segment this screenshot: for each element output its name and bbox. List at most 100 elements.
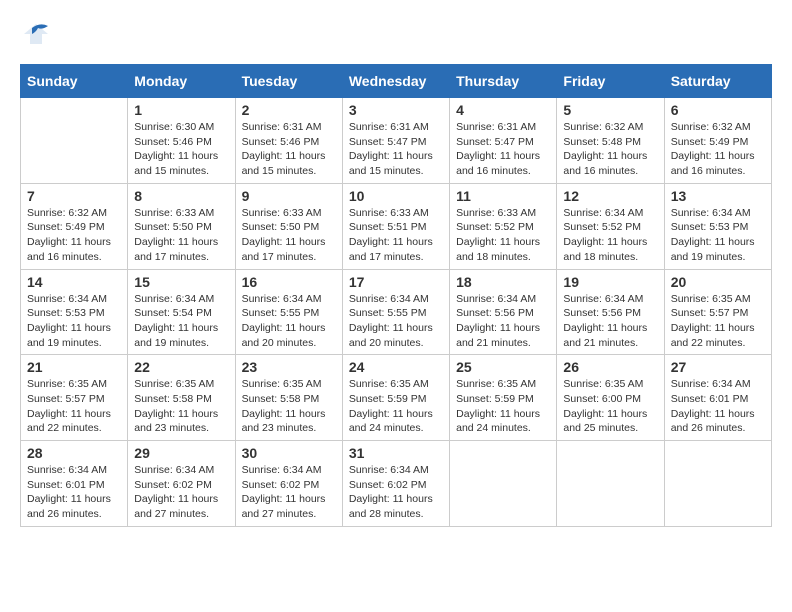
cell-info: Sunrise: 6:35 AMSunset: 5:57 PMDaylight:… bbox=[27, 377, 121, 436]
calendar-cell: 26 Sunrise: 6:35 AMSunset: 6:00 PMDayligh… bbox=[557, 355, 664, 441]
day-number: 1 bbox=[134, 102, 228, 118]
day-number: 10 bbox=[349, 188, 443, 204]
calendar-cell: 7 Sunrise: 6:32 AMSunset: 5:49 PMDaylight… bbox=[21, 183, 128, 269]
calendar-week-row: 21 Sunrise: 6:35 AMSunset: 5:57 PMDayligh… bbox=[21, 355, 772, 441]
day-number: 23 bbox=[242, 359, 336, 375]
calendar-cell: 13 Sunrise: 6:34 AMSunset: 5:53 PMDayligh… bbox=[664, 183, 771, 269]
cell-info: Sunrise: 6:32 AMSunset: 5:49 PMDaylight:… bbox=[671, 120, 765, 179]
calendar-cell: 11 Sunrise: 6:33 AMSunset: 5:52 PMDayligh… bbox=[450, 183, 557, 269]
calendar-cell: 22 Sunrise: 6:35 AMSunset: 5:58 PMDayligh… bbox=[128, 355, 235, 441]
calendar-cell: 25Sunrise: 6:35 AMSunset: 5:59 PMDayligh… bbox=[450, 355, 557, 441]
day-number: 21 bbox=[27, 359, 121, 375]
day-number: 5 bbox=[563, 102, 657, 118]
calendar-cell: 9 Sunrise: 6:33 AMSunset: 5:50 PMDaylight… bbox=[235, 183, 342, 269]
calendar-cell: 30Sunrise: 6:34 AMSunset: 6:02 PMDayligh… bbox=[235, 441, 342, 527]
calendar-cell: 28Sunrise: 6:34 AMSunset: 6:01 PMDayligh… bbox=[21, 441, 128, 527]
cell-info: Sunrise: 6:33 AMSunset: 5:50 PMDaylight:… bbox=[242, 206, 336, 265]
logo bbox=[20, 20, 52, 48]
calendar-cell: 21 Sunrise: 6:35 AMSunset: 5:57 PMDayligh… bbox=[21, 355, 128, 441]
calendar-cell bbox=[664, 441, 771, 527]
cell-info: Sunrise: 6:35 AMSunset: 5:58 PMDaylight:… bbox=[242, 377, 336, 436]
logo-bird-icon bbox=[22, 20, 50, 48]
day-number: 29 bbox=[134, 445, 228, 461]
cell-info: Sunrise: 6:35 AMSunset: 5:57 PMDaylight:… bbox=[671, 292, 765, 351]
col-header-wednesday: Wednesday bbox=[342, 65, 449, 98]
cell-info: Sunrise: 6:34 AMSunset: 6:01 PMDaylight:… bbox=[671, 377, 765, 436]
calendar-cell: 20 Sunrise: 6:35 AMSunset: 5:57 PMDayligh… bbox=[664, 269, 771, 355]
day-number: 8 bbox=[134, 188, 228, 204]
day-number: 22 bbox=[134, 359, 228, 375]
day-number: 30 bbox=[242, 445, 336, 461]
cell-info: Sunrise: 6:32 AMSunset: 5:48 PMDaylight:… bbox=[563, 120, 657, 179]
logo-icon bbox=[20, 20, 52, 48]
day-number: 26 bbox=[563, 359, 657, 375]
cell-info: Sunrise: 6:31 AMSunset: 5:47 PMDaylight:… bbox=[349, 120, 443, 179]
day-number: 31 bbox=[349, 445, 443, 461]
day-number: 27 bbox=[671, 359, 765, 375]
cell-info: Sunrise: 6:34 AMSunset: 6:02 PMDaylight:… bbox=[349, 463, 443, 522]
day-number: 16 bbox=[242, 274, 336, 290]
calendar-header-row: SundayMondayTuesdayWednesdayThursdayFrid… bbox=[21, 65, 772, 98]
calendar-week-row: 14Sunrise: 6:34 AMSunset: 5:53 PMDayligh… bbox=[21, 269, 772, 355]
cell-info: Sunrise: 6:34 AMSunset: 5:53 PMDaylight:… bbox=[27, 292, 121, 351]
day-number: 28 bbox=[27, 445, 121, 461]
cell-info: Sunrise: 6:30 AMSunset: 5:46 PMDaylight:… bbox=[134, 120, 228, 179]
page-header bbox=[20, 20, 772, 48]
col-header-tuesday: Tuesday bbox=[235, 65, 342, 98]
cell-info: Sunrise: 6:34 AMSunset: 5:52 PMDaylight:… bbox=[563, 206, 657, 265]
calendar-cell: 10 Sunrise: 6:33 AMSunset: 5:51 PMDayligh… bbox=[342, 183, 449, 269]
day-number: 24 bbox=[349, 359, 443, 375]
cell-info: Sunrise: 6:35 AMSunset: 6:00 PMDaylight:… bbox=[563, 377, 657, 436]
calendar-cell bbox=[21, 98, 128, 184]
calendar-cell: 6 Sunrise: 6:32 AMSunset: 5:49 PMDaylight… bbox=[664, 98, 771, 184]
day-number: 18 bbox=[456, 274, 550, 290]
cell-info: Sunrise: 6:34 AMSunset: 6:02 PMDaylight:… bbox=[134, 463, 228, 522]
day-number: 7 bbox=[27, 188, 121, 204]
day-number: 15 bbox=[134, 274, 228, 290]
day-number: 19 bbox=[563, 274, 657, 290]
cell-info: Sunrise: 6:35 AMSunset: 5:59 PMDaylight:… bbox=[349, 377, 443, 436]
cell-info: Sunrise: 6:33 AMSunset: 5:52 PMDaylight:… bbox=[456, 206, 550, 265]
day-number: 4 bbox=[456, 102, 550, 118]
calendar-cell bbox=[557, 441, 664, 527]
cell-info: Sunrise: 6:35 AMSunset: 5:58 PMDaylight:… bbox=[134, 377, 228, 436]
calendar-week-row: 1 Sunrise: 6:30 AMSunset: 5:46 PMDaylight… bbox=[21, 98, 772, 184]
calendar-body: 1 Sunrise: 6:30 AMSunset: 5:46 PMDaylight… bbox=[21, 98, 772, 527]
calendar-cell bbox=[450, 441, 557, 527]
calendar-cell: 8Sunrise: 6:33 AMSunset: 5:50 PMDaylight… bbox=[128, 183, 235, 269]
cell-info: Sunrise: 6:33 AMSunset: 5:51 PMDaylight:… bbox=[349, 206, 443, 265]
day-number: 13 bbox=[671, 188, 765, 204]
calendar-cell: 3 Sunrise: 6:31 AMSunset: 5:47 PMDaylight… bbox=[342, 98, 449, 184]
col-header-thursday: Thursday bbox=[450, 65, 557, 98]
calendar-cell: 16 Sunrise: 6:34 AMSunset: 5:55 PMDayligh… bbox=[235, 269, 342, 355]
day-number: 12 bbox=[563, 188, 657, 204]
calendar-table: SundayMondayTuesdayWednesdayThursdayFrid… bbox=[20, 64, 772, 527]
day-number: 20 bbox=[671, 274, 765, 290]
day-number: 9 bbox=[242, 188, 336, 204]
day-number: 2 bbox=[242, 102, 336, 118]
calendar-week-row: 7 Sunrise: 6:32 AMSunset: 5:49 PMDaylight… bbox=[21, 183, 772, 269]
calendar-cell: 31 Sunrise: 6:34 AMSunset: 6:02 PMDayligh… bbox=[342, 441, 449, 527]
calendar-cell: 27 Sunrise: 6:34 AMSunset: 6:01 PMDayligh… bbox=[664, 355, 771, 441]
day-number: 6 bbox=[671, 102, 765, 118]
col-header-friday: Friday bbox=[557, 65, 664, 98]
cell-info: Sunrise: 6:34 AMSunset: 5:55 PMDaylight:… bbox=[349, 292, 443, 351]
calendar-cell: 2Sunrise: 6:31 AMSunset: 5:46 PMDaylight… bbox=[235, 98, 342, 184]
calendar-cell: 23 Sunrise: 6:35 AMSunset: 5:58 PMDayligh… bbox=[235, 355, 342, 441]
calendar-cell: 24 Sunrise: 6:35 AMSunset: 5:59 PMDayligh… bbox=[342, 355, 449, 441]
day-number: 11 bbox=[456, 188, 550, 204]
calendar-cell: 5 Sunrise: 6:32 AMSunset: 5:48 PMDaylight… bbox=[557, 98, 664, 184]
calendar-cell: 14Sunrise: 6:34 AMSunset: 5:53 PMDayligh… bbox=[21, 269, 128, 355]
cell-info: Sunrise: 6:32 AMSunset: 5:49 PMDaylight:… bbox=[27, 206, 121, 265]
cell-info: Sunrise: 6:34 AMSunset: 5:53 PMDaylight:… bbox=[671, 206, 765, 265]
day-number: 3 bbox=[349, 102, 443, 118]
day-number: 25 bbox=[456, 359, 550, 375]
day-number: 17 bbox=[349, 274, 443, 290]
col-header-sunday: Sunday bbox=[21, 65, 128, 98]
col-header-saturday: Saturday bbox=[664, 65, 771, 98]
calendar-week-row: 28Sunrise: 6:34 AMSunset: 6:01 PMDayligh… bbox=[21, 441, 772, 527]
cell-info: Sunrise: 6:34 AMSunset: 5:54 PMDaylight:… bbox=[134, 292, 228, 351]
calendar-cell: 17 Sunrise: 6:34 AMSunset: 5:55 PMDayligh… bbox=[342, 269, 449, 355]
calendar-cell: 1 Sunrise: 6:30 AMSunset: 5:46 PMDaylight… bbox=[128, 98, 235, 184]
cell-info: Sunrise: 6:34 AMSunset: 5:55 PMDaylight:… bbox=[242, 292, 336, 351]
